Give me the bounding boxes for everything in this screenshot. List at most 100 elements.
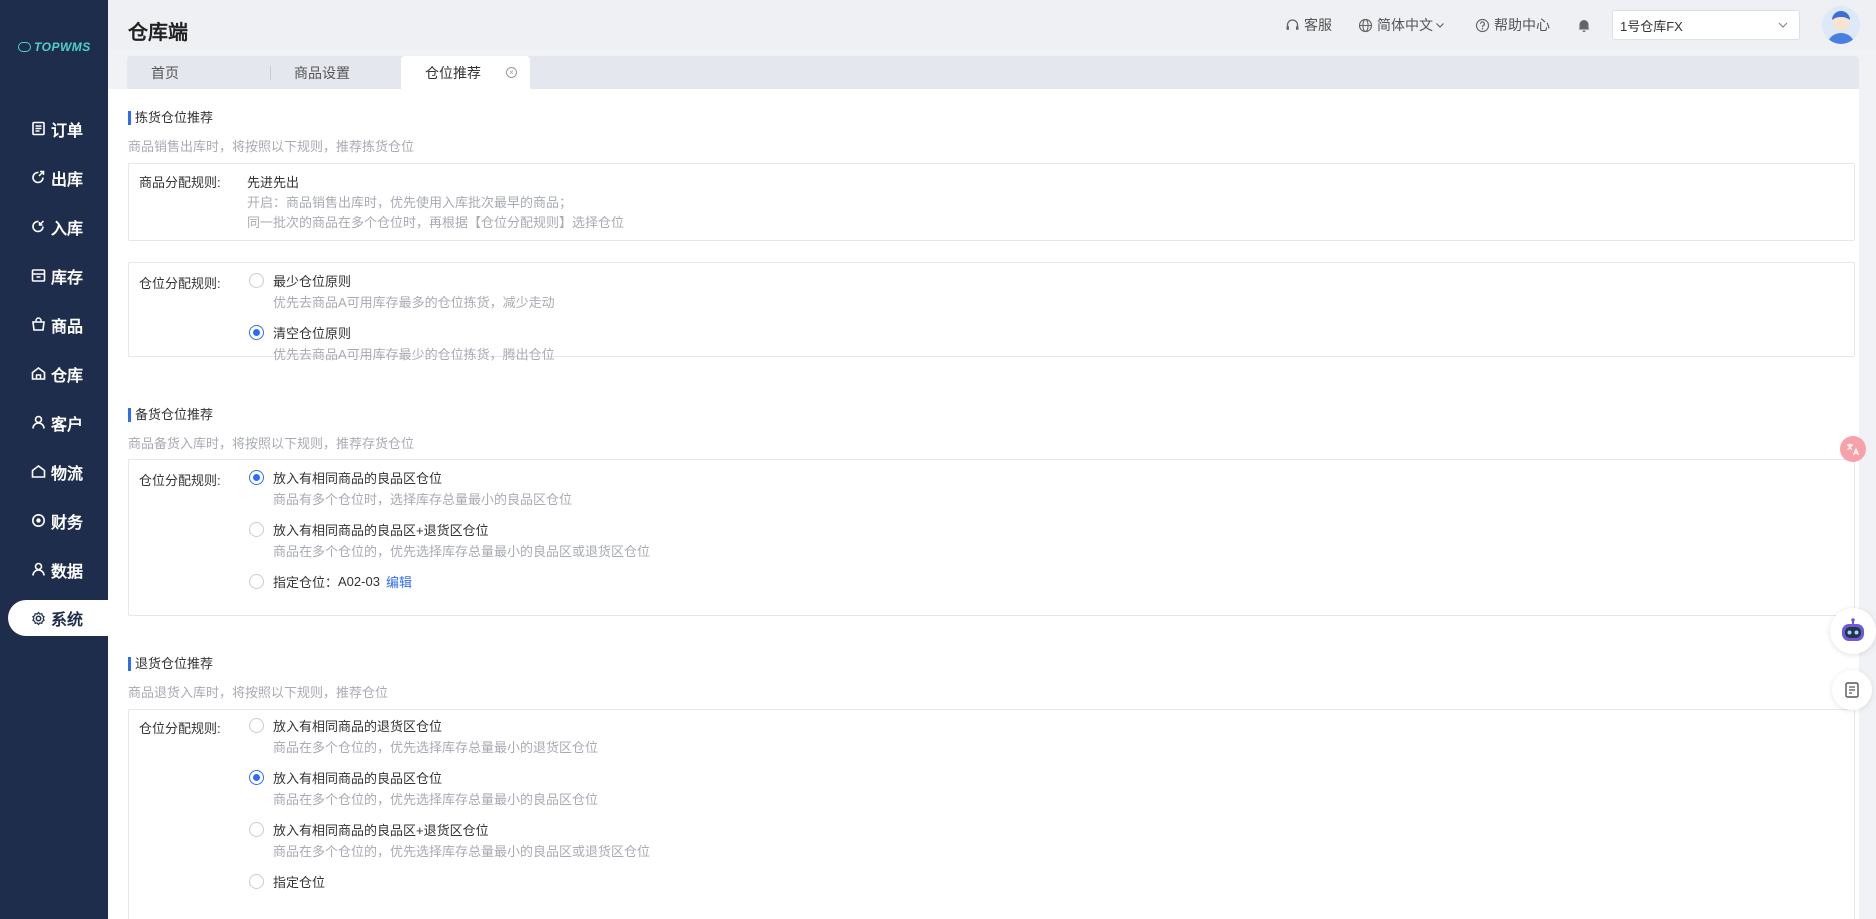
- sidebar-item-logistics[interactable]: 物流: [0, 447, 108, 496]
- stocking-option-good-return-area: 放入有相同商品的良品区+退货区仓位 商品在多个仓位的，优先选择库存总量最小的良品…: [249, 520, 650, 560]
- customer-service-label: 客服: [1304, 17, 1332, 33]
- radio-designated-location[interactable]: [249, 573, 264, 589]
- robot-icon: [1842, 618, 1864, 641]
- sidebar-item-data[interactable]: 数据: [0, 545, 108, 594]
- picking-location-label: 仓位分配规则:: [139, 276, 221, 291]
- sidebar-item-system[interactable]: 系统: [8, 600, 108, 636]
- notes-button[interactable]: [1832, 670, 1872, 710]
- returns-section-subtitle: 商品退货入库时，将按照以下规则，推荐仓位: [128, 685, 389, 700]
- radio-least-locations[interactable]: [249, 272, 264, 288]
- ai-assistant-button[interactable]: [1830, 608, 1876, 654]
- option-desc: 商品在多个仓位的，优先选择库存总量最小的退货区仓位: [273, 740, 599, 755]
- stocking-option-good-area: 放入有相同商品的良品区仓位 商品有多个仓位时，选择库存总量最小的良品区仓位: [249, 468, 572, 508]
- radio-designated-location[interactable]: [249, 873, 264, 889]
- main-content: 拣货仓位推荐 商品销售出库时，将按照以下规则，推荐拣货仓位 商品分配规则: 先进…: [108, 89, 1859, 919]
- sidebar-nav: 订单 出库 入库 库存 商品 仓库 客户 物流 财务 数据 系统: [0, 104, 108, 643]
- radio-good-return-area[interactable]: [249, 521, 264, 537]
- picking-section-subtitle: 商品销售出库时，将按照以下规则，推荐拣货仓位: [128, 139, 415, 154]
- stocking-option-designated: 指定仓位： A02-03 编辑: [249, 572, 412, 590]
- logo-text: TOPWMS: [34, 40, 91, 54]
- order-icon: [31, 121, 46, 136]
- option-label: 放入有相同商品的良品区+退货区仓位: [273, 522, 489, 538]
- user-icon: [31, 415, 46, 430]
- option-label: 放入有相同商品的良品区仓位: [273, 770, 443, 786]
- tab-label: 商品设置: [294, 64, 350, 81]
- returns-option-designated: 指定仓位: [249, 872, 325, 890]
- tab-bar: 首页 商品设置 仓位推荐 ×: [127, 56, 1859, 89]
- goods-allocation-desc-1: 开启：商品销售出库时，优先使用入库批次最早的商品；: [247, 195, 573, 210]
- customer-service-link[interactable]: 客服: [1285, 15, 1332, 35]
- sidebar-item-label: 数据: [51, 563, 84, 581]
- radio-good-area[interactable]: [249, 769, 264, 785]
- language-label: 简体中文: [1377, 17, 1433, 33]
- language-selector[interactable]: 简体中文: [1358, 15, 1449, 35]
- translate-icon: [1847, 443, 1860, 456]
- stocking-location-card: 仓位分配规则: 放入有相同商品的良品区仓位 商品有多个仓位时，选择库存总量最小的…: [128, 459, 1855, 616]
- stocking-section-subtitle: 商品备货入库时，将按照以下规则，推荐存货仓位: [128, 436, 415, 451]
- chevron-down-icon: [1778, 22, 1788, 28]
- radio-return-area[interactable]: [249, 717, 264, 733]
- edit-designated-location-link[interactable]: 编辑: [386, 572, 412, 591]
- warehouse-icon: [31, 366, 46, 381]
- sidebar: TOPWMS 订单 出库 入库 库存 商品 仓库 客户 物流 财务 数据 系统: [0, 0, 108, 919]
- option-label: 最少仓位原则: [273, 273, 352, 289]
- sidebar-item-finance[interactable]: 财务: [0, 496, 108, 545]
- radio-good-area[interactable]: [249, 469, 264, 485]
- sidebar-item-label: 财务: [51, 514, 84, 532]
- radio-clear-locations[interactable]: [249, 324, 264, 340]
- sidebar-item-label: 库存: [51, 269, 84, 287]
- radio-good-return-area[interactable]: [249, 821, 264, 837]
- picking-section-title: 拣货仓位推荐: [128, 111, 213, 125]
- page-title: 仓库端: [128, 22, 188, 44]
- inventory-icon: [31, 268, 46, 283]
- sidebar-item-customer[interactable]: 客户: [0, 398, 108, 447]
- inbound-icon: [31, 219, 46, 234]
- close-icon[interactable]: ×: [506, 67, 517, 78]
- option-desc: 商品在多个仓位的，优先选择库存总量最小的良品区或退货区仓位: [273, 544, 651, 559]
- option-label: 清空仓位原则: [273, 325, 352, 341]
- sidebar-item-label: 系统: [51, 612, 84, 629]
- avatar[interactable]: [1822, 6, 1860, 44]
- stocking-section-title: 备货仓位推荐: [128, 408, 213, 422]
- stocking-location-label: 仓位分配规则:: [139, 473, 221, 488]
- option-desc: 商品在多个仓位的，优先选择库存总量最小的良品区或退货区仓位: [273, 844, 651, 859]
- translate-button[interactable]: [1840, 436, 1866, 462]
- sidebar-item-order[interactable]: 订单: [0, 104, 108, 153]
- sidebar-item-label: 商品: [51, 318, 84, 336]
- returns-location-card: 仓位分配规则: 放入有相同商品的退货区仓位 商品在多个仓位的，优先选择库存总量最…: [128, 709, 1855, 919]
- sidebar-item-label: 订单: [51, 122, 84, 140]
- sidebar-item-label: 出库: [51, 171, 84, 189]
- returns-option-good-area: 放入有相同商品的良品区仓位 商品在多个仓位的，优先选择库存总量最小的良品区仓位: [249, 768, 598, 808]
- sidebar-item-goods[interactable]: 商品: [0, 300, 108, 349]
- picking-option-least-locations: 最少仓位原则 优先去商品A可用库存最多的仓位拣货，减少走动: [249, 271, 555, 311]
- sidebar-item-inventory[interactable]: 库存: [0, 251, 108, 300]
- tab-product-settings[interactable]: 商品设置: [270, 56, 401, 89]
- returns-option-return-area: 放入有相同商品的退货区仓位 商品在多个仓位的，优先选择库存总量最小的退货区仓位: [249, 716, 598, 756]
- option-label: 指定仓位：: [273, 574, 339, 590]
- goods-allocation-desc-2: 同一批次的商品在多个仓位时，再根据【仓位分配规则】选择仓位: [247, 215, 625, 230]
- tab-label: 仓位推荐: [425, 64, 481, 81]
- notification-button[interactable]: [1576, 17, 1596, 33]
- warehouse-select[interactable]: 1号仓库FX: [1612, 10, 1800, 40]
- tab-location-recommendation[interactable]: 仓位推荐 ×: [401, 56, 530, 89]
- sidebar-item-label: 物流: [51, 465, 84, 483]
- picking-location-card: 仓位分配规则: 最少仓位原则 优先去商品A可用库存最多的仓位拣货，减少走动 清空…: [128, 262, 1855, 362]
- app-logo[interactable]: TOPWMS: [18, 40, 91, 54]
- sidebar-item-inbound[interactable]: 入库: [0, 202, 108, 251]
- picking-option-clear-locations: 清空仓位原则 优先去商品A可用库存最少的仓位拣货，腾出仓位: [249, 323, 555, 363]
- data-icon: [31, 562, 46, 577]
- avatar-icon: [1822, 6, 1860, 44]
- option-label: 指定仓位: [273, 874, 326, 890]
- sidebar-item-warehouse[interactable]: 仓库: [0, 349, 108, 398]
- logistics-icon: [31, 464, 46, 479]
- option-desc: 优先去商品A可用库存最多的仓位拣货，减少走动: [273, 295, 555, 310]
- option-desc: 商品在多个仓位的，优先选择库存总量最小的良品区仓位: [273, 792, 599, 807]
- tab-home[interactable]: 首页: [127, 56, 270, 89]
- option-desc: 商品有多个仓位时，选择库存总量最小的良品区仓位: [273, 492, 573, 507]
- sidebar-item-outbound[interactable]: 出库: [0, 153, 108, 202]
- returns-location-label: 仓位分配规则:: [139, 721, 221, 736]
- chevron-down-icon: [1436, 23, 1444, 28]
- document-icon: [1845, 682, 1859, 698]
- outbound-icon: [31, 170, 46, 185]
- help-center-link[interactable]: 帮助中心: [1475, 15, 1550, 35]
